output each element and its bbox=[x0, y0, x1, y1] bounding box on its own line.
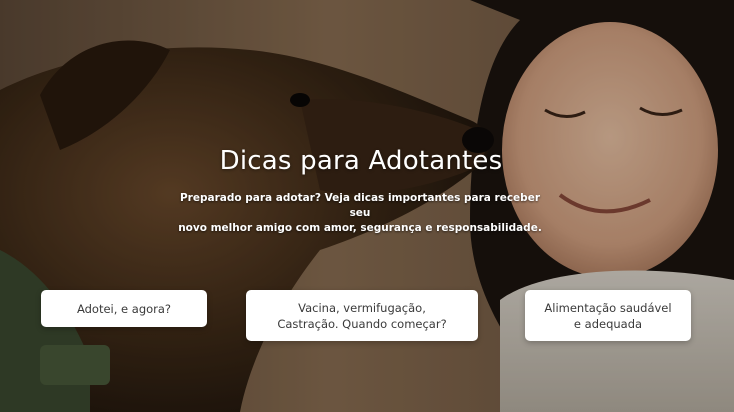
tip-card-label-line-2: e adequada bbox=[573, 316, 643, 331]
tip-card-alimentacao-saudavel[interactable]: Alimentação saudável e adequada bbox=[525, 290, 691, 341]
tip-card-label-line-1: Vacina, vermifugação, bbox=[298, 300, 426, 315]
hero-subtitle: Preparado para adotar? Veja dicas import… bbox=[170, 191, 550, 236]
page-title: Dicas para Adotantes bbox=[219, 146, 503, 176]
tip-card-adotei-e-agora[interactable]: Adotei, e agora? bbox=[41, 290, 207, 327]
tip-card-label-line-2: Castração. Quando começar? bbox=[277, 316, 447, 331]
tip-card-label: Adotei, e agora? bbox=[76, 301, 172, 316]
hero-subtitle-line-2: novo melhor amigo com amor, segurança e … bbox=[178, 222, 542, 234]
tip-card-label-line-1: Alimentação saudável bbox=[544, 300, 672, 315]
hero-subtitle-line-1: Preparado para adotar? Veja dicas import… bbox=[179, 192, 540, 219]
hero-banner: Dicas para Adotantes Preparado para adot… bbox=[0, 0, 734, 412]
tip-card-vacina-vermifugacao-castracao[interactable]: Vacina, vermifugação, Castração. Quando … bbox=[246, 290, 478, 341]
